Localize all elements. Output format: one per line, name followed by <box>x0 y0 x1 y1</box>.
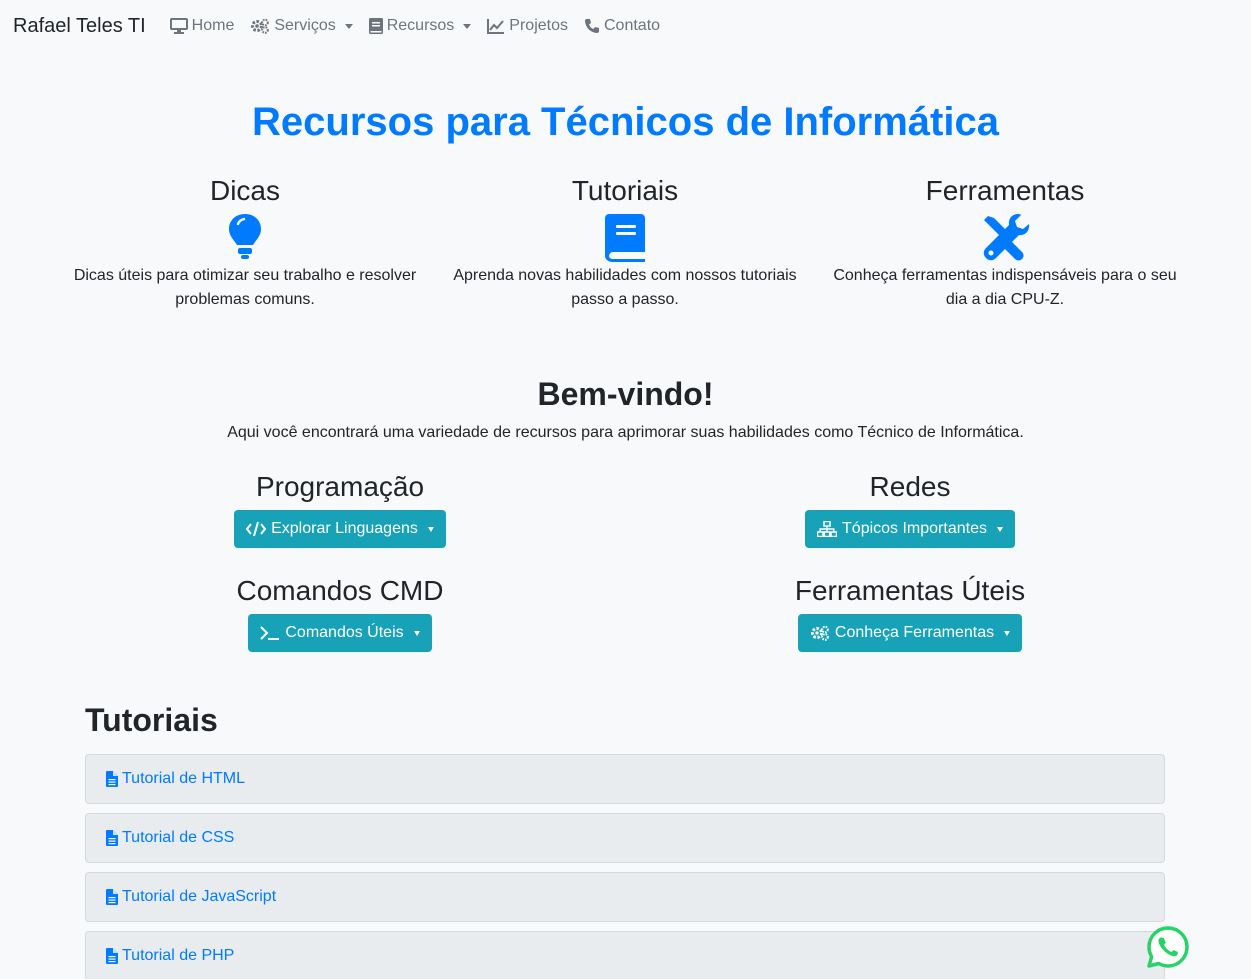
whatsapp-button[interactable] <box>1146 925 1190 969</box>
book-icon <box>605 214 645 262</box>
file-icon <box>106 889 118 905</box>
tutorial-item-css[interactable]: Tutorial de CSS <box>85 813 1165 863</box>
category-title: Programação <box>255 471 425 502</box>
navbar: Rafael Teles TI Home Serviços Recursos P… <box>0 0 1251 52</box>
line-chart-icon <box>487 19 505 34</box>
nav-item-label: Contato <box>604 17 661 34</box>
lightbulb-icon <box>229 214 261 259</box>
feature-title: Dicas <box>209 175 280 206</box>
file-icon <box>106 830 118 846</box>
chevron-down-icon <box>413 630 420 636</box>
welcome-title: Bem-vindo! <box>537 376 714 412</box>
nav-item-label: Projetos <box>509 17 568 34</box>
whatsapp-icon <box>1147 926 1189 968</box>
feature-text: Dicas úteis para otimizar seu trabalho e… <box>73 267 417 308</box>
nav-item-servicos[interactable]: Serviços <box>250 17 353 35</box>
tutorial-label: Tutorial de JavaScript <box>122 888 277 905</box>
nav-item-projetos[interactable]: Projetos <box>487 17 568 35</box>
book-icon <box>368 18 383 34</box>
cogs-icon <box>251 18 270 34</box>
category-title: Ferramentas Úteis <box>794 575 1026 606</box>
tutorials-title: Tutoriais <box>85 702 218 738</box>
file-icon <box>106 771 118 787</box>
tutorial-item-html[interactable]: Tutorial de HTML <box>85 754 1165 804</box>
cogs-icon <box>810 625 829 641</box>
code-icon <box>246 521 267 537</box>
chevron-down-icon <box>427 526 434 532</box>
tutorial-item-php[interactable]: Tutorial de PHP <box>85 931 1165 979</box>
nav-item-label: Serviços <box>274 17 336 34</box>
nav-item-home[interactable]: Home <box>169 17 235 35</box>
chevron-down-icon <box>463 23 472 29</box>
tutorial-label: Tutorial de CSS <box>122 829 235 846</box>
category-programacao: Programação Explorar Linguagens <box>110 468 570 548</box>
nav-item-contato[interactable]: Contato <box>584 17 660 35</box>
welcome-text: Aqui você encontrará uma variedade de re… <box>227 424 1024 441</box>
category-redes: Redes Tópicos Importantes <box>680 468 1140 548</box>
desktop-icon <box>169 18 188 34</box>
page-title: Recursos para Técnicos de Informática <box>252 100 999 144</box>
button-label: Comandos Úteis <box>285 624 404 641</box>
button-label: Explorar Linguagens <box>271 520 418 537</box>
comandos-uteis-button[interactable]: Comandos Úteis <box>248 614 432 652</box>
category-title: Comandos CMD <box>236 575 444 606</box>
feature-dicas: Dicas Dicas úteis para otimizar seu trab… <box>65 172 425 312</box>
navbar-brand[interactable]: Rafael Teles TI <box>13 15 146 38</box>
chevron-down-icon <box>1004 630 1011 636</box>
category-ferramentas-uteis: Ferramentas Úteis Conheça Ferramentas <box>680 572 1140 652</box>
nav-item-recursos[interactable]: Recursos <box>368 17 472 35</box>
button-label: Conheça Ferramentas <box>834 624 995 641</box>
sitemap-icon <box>817 521 838 537</box>
button-label: Tópicos Importantes <box>842 520 987 537</box>
conheca-ferramentas-button[interactable]: Conheça Ferramentas <box>797 614 1023 652</box>
category-title: Redes <box>869 471 951 502</box>
feature-title: Ferramentas <box>925 175 1085 206</box>
tutorial-label: Tutorial de PHP <box>122 947 235 964</box>
tutorial-item-javascript[interactable]: Tutorial de JavaScript <box>85 872 1165 922</box>
phone-icon <box>585 19 599 33</box>
topicos-importantes-button[interactable]: Tópicos Importantes <box>805 510 1015 548</box>
nav-item-label: Home <box>191 17 235 34</box>
feature-text: Conheça ferramentas indispensáveis para … <box>833 267 1177 308</box>
terminal-icon <box>260 626 280 640</box>
chevron-down-icon <box>996 526 1003 532</box>
file-icon <box>106 948 118 964</box>
tools-icon <box>983 214 1030 261</box>
feature-ferramentas: Ferramentas Conheça ferramentas indispen… <box>825 172 1185 312</box>
feature-tutoriais: Tutoriais Aprenda novas habilidades com … <box>445 172 805 312</box>
category-comandos-cmd: Comandos CMD Comandos Úteis <box>110 572 570 652</box>
feature-text: Aprenda novas habilidades com nossos tut… <box>453 267 797 308</box>
nav-item-label: Recursos <box>386 17 455 34</box>
feature-title: Tutoriais <box>571 175 679 206</box>
tutorial-label: Tutorial de HTML <box>122 770 245 787</box>
explorar-linguagens-button[interactable]: Explorar Linguagens <box>234 510 446 548</box>
chevron-down-icon <box>344 23 353 29</box>
